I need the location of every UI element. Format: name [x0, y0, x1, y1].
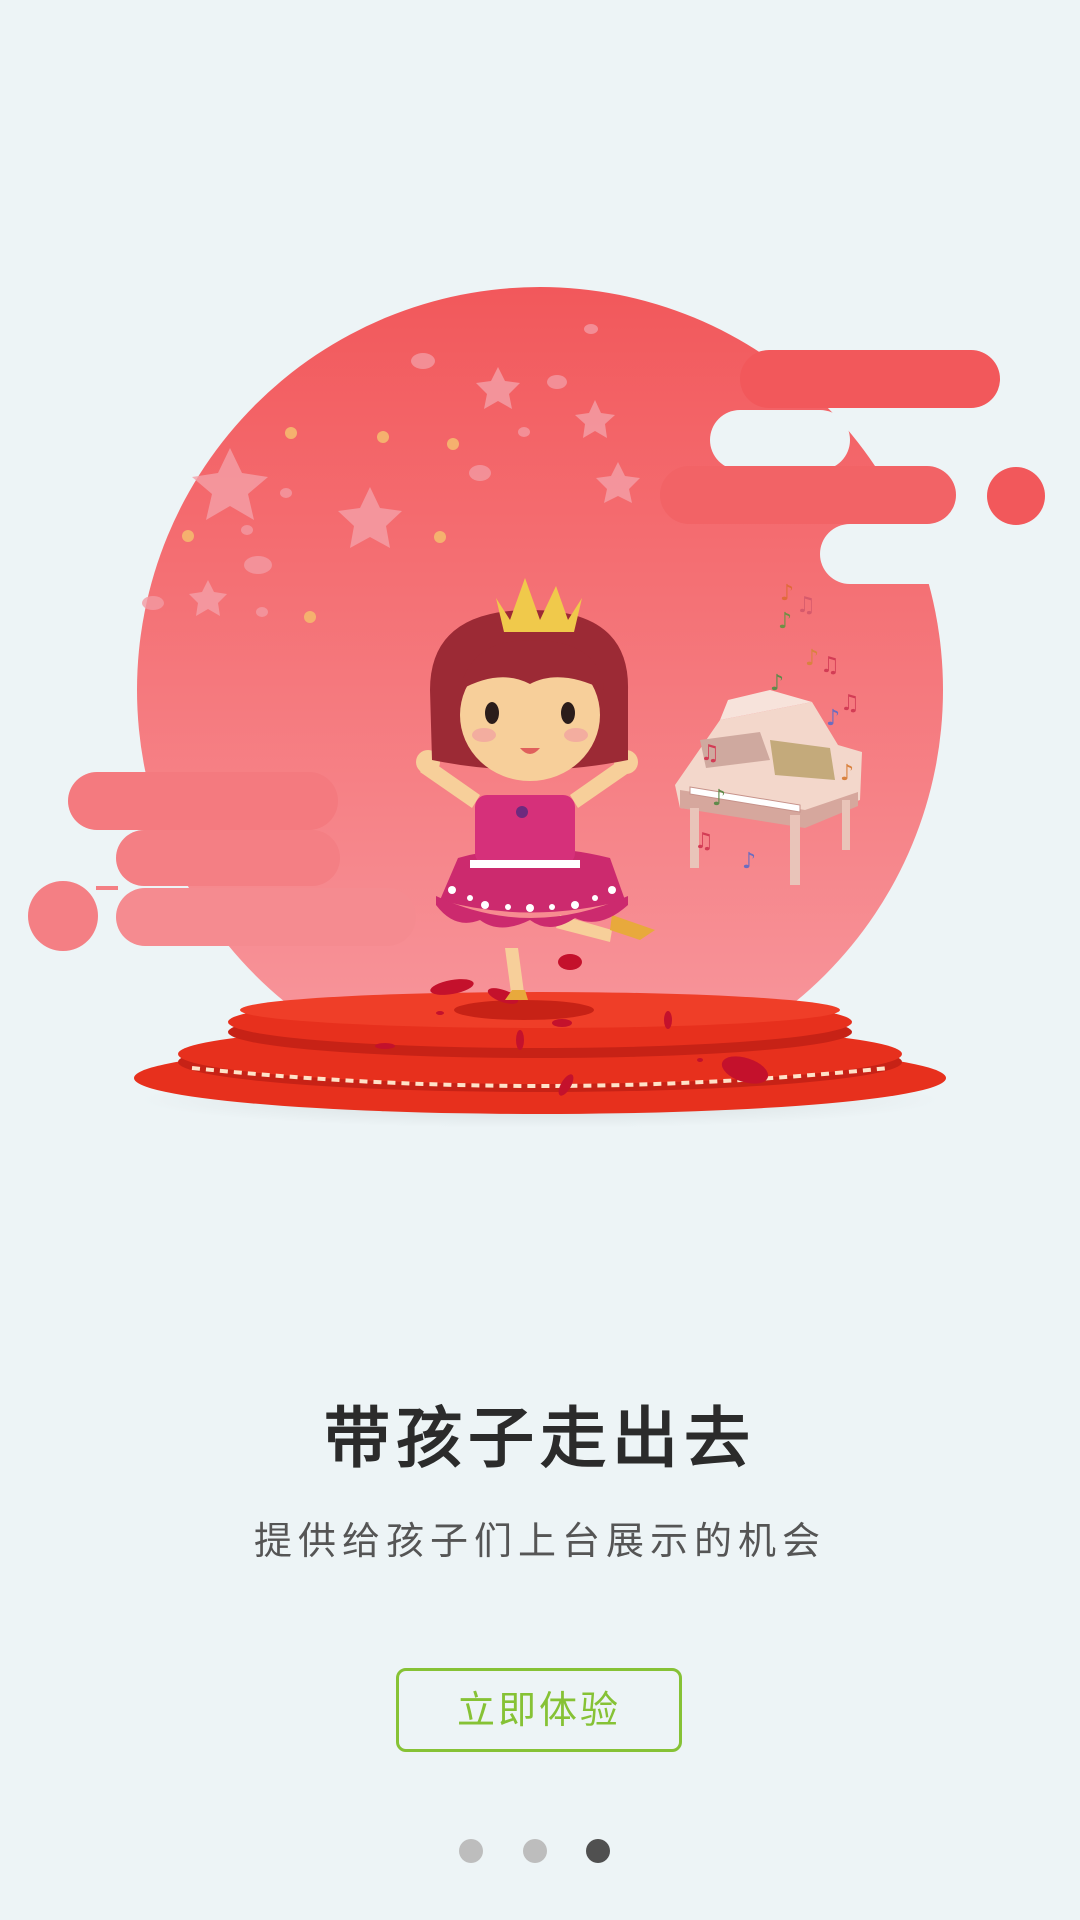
svg-text:♪: ♪: [778, 609, 792, 634]
svg-text:♪: ♪: [840, 761, 854, 786]
svg-text:♪: ♪: [780, 581, 794, 606]
page-indicator: [0, 1839, 1080, 1863]
svg-text:♫: ♫: [796, 593, 816, 618]
svg-text:♪: ♪: [712, 786, 726, 811]
page-dot-2[interactable]: [523, 1839, 547, 1863]
hero-illustration: ♪ ♫ ♪ ♪ ♫ ♪ ♫ ♪ ♫ ♪ ♫ ♪ ♪: [0, 0, 1080, 1180]
ballerina-stage-illustration: ♪ ♫ ♪ ♪ ♫ ♪ ♫ ♪ ♫ ♪ ♫ ♪ ♪: [28, 287, 1045, 1128]
svg-text:♪: ♪: [826, 706, 840, 731]
svg-text:♫: ♫: [840, 691, 860, 716]
page-dot-1[interactable]: [459, 1839, 483, 1863]
page-subtitle: 提供给孩子们上台展示的机会: [253, 1519, 826, 1563]
svg-text:♪: ♪: [805, 646, 819, 671]
stage: [134, 992, 946, 1114]
onboarding-screen: ♪ ♫ ♪ ♪ ♫ ♪ ♫ ♪ ♫ ♪ ♫ ♪ ♪ 带孩子走出去 提供给孩子们上…: [0, 0, 1080, 1920]
svg-text:♫: ♫: [700, 741, 720, 766]
svg-text:♪: ♪: [742, 849, 756, 874]
svg-text:♫: ♫: [694, 829, 714, 854]
svg-text:♪: ♪: [770, 671, 784, 696]
try-now-button[interactable]: 立即体验: [396, 1668, 682, 1752]
page-title: 带孩子走出去: [324, 1400, 756, 1477]
svg-text:♫: ♫: [820, 653, 840, 678]
page-dot-3-active[interactable]: [586, 1839, 610, 1863]
